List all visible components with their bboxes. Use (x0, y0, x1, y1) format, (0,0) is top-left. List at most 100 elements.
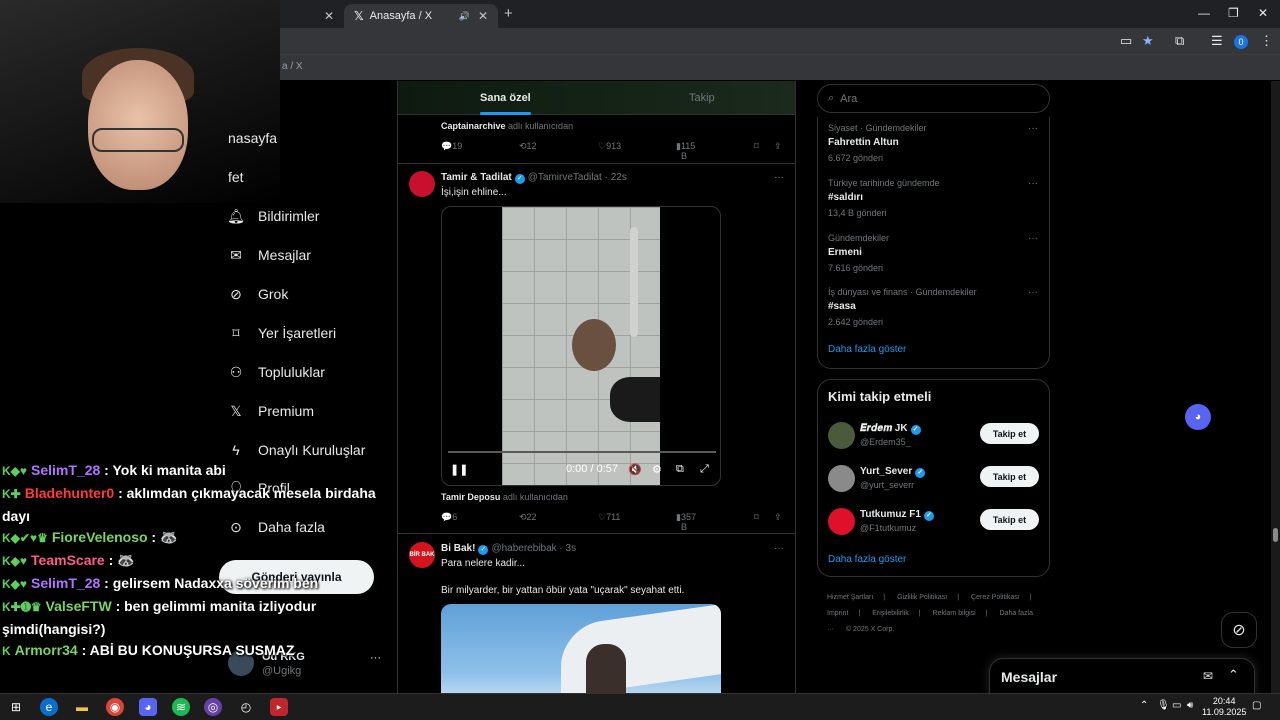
messages-drawer[interactable]: Mesajlar ✉ ⌃ (989, 658, 1255, 696)
trend-item[interactable]: Türkiye tarihinde gündemde #saldırı 13,4… (828, 178, 1040, 218)
repost-button[interactable]: ⟲ 22 (519, 512, 537, 523)
microphone-icon[interactable]: 🎙︎ (1157, 700, 1170, 711)
follow-suggestion[interactable]: Tutkumuz F1 ✓ @F1tutkumuz Takip et (828, 508, 1040, 538)
avatar[interactable]: BİR BAK (409, 542, 435, 568)
avatar[interactable] (409, 171, 435, 197)
chevron-up-icon[interactable]: ⌃ (1140, 700, 1148, 711)
avatar[interactable] (828, 422, 855, 449)
reply-button[interactable]: 💬 6 (441, 512, 457, 523)
tab-for-you[interactable]: Sana özel (480, 92, 531, 115)
post-image[interactable] (441, 604, 721, 693)
trend-item[interactable]: Gündemdekiler Ermeni 7.616 gönderi ··· (828, 233, 1040, 273)
pause-icon[interactable]: ❚❚ (450, 463, 468, 476)
star-icon[interactable]: ★ (1142, 33, 1154, 49)
footer-link[interactable]: Çerez Politikası (971, 594, 1020, 601)
avatar[interactable] (828, 465, 855, 492)
post-author-handle[interactable]: @haberebibak · 3s (491, 543, 576, 554)
follow-button[interactable]: Takip et (980, 423, 1039, 444)
footer-link[interactable]: Erişilebilirlik (872, 610, 909, 617)
pip-icon[interactable]: ⧉ (676, 463, 684, 476)
follow-button[interactable]: Takip et (980, 466, 1039, 487)
bookmark-icon[interactable]: ⌑ (754, 512, 759, 523)
windows-start-icon[interactable]: ⊞ (7, 698, 25, 716)
trend-more-icon[interactable]: ··· (1028, 123, 1038, 134)
video-player[interactable]: ❚❚ 0:00 / 0:57 🔇 ⚙ ⧉ ⤢ (441, 206, 721, 486)
edge-icon[interactable]: e (40, 698, 58, 716)
nav-notifications[interactable]: 🔔︎ Bildirimler (227, 208, 319, 225)
follow-suggestion[interactable]: 𝑬𝒓𝒅𝒆𝒎 JK ✓ @Erdem35_ Takip et (828, 422, 1040, 452)
fullscreen-icon[interactable]: ⤢ (700, 463, 709, 476)
nav-grok[interactable]: ⊘ Grok (228, 286, 288, 303)
search-input[interactable]: ⌕ Ara (817, 84, 1050, 113)
trend-more-icon[interactable]: ··· (1028, 233, 1038, 244)
bookmark-icon[interactable]: ⌑ (754, 141, 759, 152)
post-more-icon[interactable]: ··· (774, 543, 784, 554)
discord-taskbar-icon[interactable]: ◕ (139, 698, 157, 716)
browser-tab[interactable]: ✕ (280, 4, 344, 28)
share-icon[interactable]: ⇪ (774, 512, 782, 523)
volume-icon[interactable]: 🔊︎ (1187, 700, 1193, 711)
trend-more-icon[interactable]: ··· (1028, 178, 1038, 189)
like-button[interactable]: ♡ 711 (598, 512, 620, 523)
reposter-name[interactable]: Captainarchive (441, 121, 506, 131)
browser-tab-active[interactable]: 𝕏 Anasayfa / X 🔊 ✕ (344, 4, 498, 28)
scrollbar-thumb[interactable] (1273, 528, 1278, 542)
post-author-name[interactable]: Bi Bak! (441, 543, 475, 554)
avatar[interactable] (828, 508, 855, 535)
follow-show-more-link[interactable]: Daha fazla göster (828, 554, 906, 565)
footer-link[interactable]: Reklam bilgisi (933, 610, 976, 617)
extensions-icon[interactable]: ⧉ (1175, 33, 1184, 49)
trend-item[interactable]: İş dünyası ve finans · Gündemdekiler #sa… (828, 287, 1040, 327)
obs-icon[interactable]: ◎ (204, 698, 222, 716)
notification-icon[interactable]: ▢ (1252, 700, 1261, 711)
nav-bookmarks[interactable]: ⌑ Yer İşaretleri (228, 325, 336, 342)
footer-link[interactable]: Hizmet Şartları (827, 594, 873, 601)
chevron-up-icon[interactable]: ⌃ (1228, 667, 1239, 683)
browser-menu-icon[interactable]: ⋮ (1260, 33, 1273, 49)
trend-more-icon[interactable]: ··· (1028, 287, 1038, 298)
mute-icon[interactable]: 🔇 (628, 463, 642, 476)
network-icon[interactable]: ▭ (1172, 700, 1181, 711)
tab-close-icon[interactable]: ✕ (324, 9, 334, 23)
new-tab-button[interactable]: + (504, 5, 513, 22)
suggestion-name[interactable]: Tutkumuz F1 ✓ (860, 509, 937, 521)
spotify-icon[interactable]: ≋ (172, 698, 190, 716)
post-more-icon[interactable]: ··· (774, 172, 784, 183)
trends-show-more-link[interactable]: Daha fazla göster (828, 344, 906, 355)
repost-button[interactable]: ⟲ 12 (519, 141, 537, 152)
post-author-name[interactable]: Tamir & Tadilat (441, 172, 512, 183)
footer-link[interactable]: Imprint (827, 610, 848, 617)
nav-premium[interactable]: 𝕏 Premium (228, 403, 314, 420)
footer-link[interactable]: Gizlilik Politikası (897, 594, 947, 601)
settings-icon[interactable]: ⚙ (652, 463, 662, 476)
nav-verified-orgs[interactable]: ϟ Onaylı Kuruluşlar (228, 442, 365, 458)
trend-item[interactable]: Siyaset · Gündemdekiler Fahrettin Altun … (828, 123, 1040, 163)
tab-close-icon[interactable]: ✕ (478, 9, 488, 23)
share-icon[interactable]: ⇪ (774, 141, 782, 152)
system-clock[interactable]: 20:44 11.09.2025 (1202, 696, 1246, 718)
discord-icon[interactable]: ◕ (1185, 404, 1211, 430)
video-editor-icon[interactable]: ▶ (270, 698, 288, 716)
cast-icon[interactable]: ▭ (1120, 33, 1132, 49)
follow-button[interactable]: Takip et (980, 509, 1039, 530)
like-button[interactable]: ♡ 913 (598, 141, 621, 152)
nav-explore[interactable]: fet (228, 169, 244, 185)
nav-communities[interactable]: ⚇ Topluluklar (228, 364, 325, 381)
minimize-button[interactable]: — (1198, 6, 1210, 20)
chrome-icon[interactable]: ◉ (106, 698, 124, 716)
nav-home[interactable]: nasayfa (228, 130, 277, 146)
performance-icon[interactable]: ◴ (237, 698, 255, 716)
compose-message-icon[interactable]: ✉ (1203, 669, 1213, 683)
speaker-icon[interactable]: 🔊 (459, 11, 470, 22)
profile-avatar[interactable]: 0 (1234, 35, 1248, 49)
follow-suggestion[interactable]: Yurt_Sever ✓ @yurt_severr Takip et (828, 465, 1040, 495)
views-button[interactable]: ▮ 357 B (676, 512, 696, 532)
reply-button[interactable]: 💬 19 (441, 141, 462, 152)
reading-list-icon[interactable]: ☰ (1211, 33, 1223, 49)
video-progress-bar[interactable] (448, 451, 716, 453)
suggestion-name[interactable]: Yurt_Sever ✓ (860, 466, 928, 478)
timeline[interactable]: Sana özel Takip Captainarchive adlı kull… (397, 81, 796, 693)
page-scrollbar[interactable] (1271, 81, 1280, 693)
tab-following[interactable]: Takip (689, 92, 715, 104)
views-button[interactable]: ▮ 115 B (676, 141, 695, 161)
